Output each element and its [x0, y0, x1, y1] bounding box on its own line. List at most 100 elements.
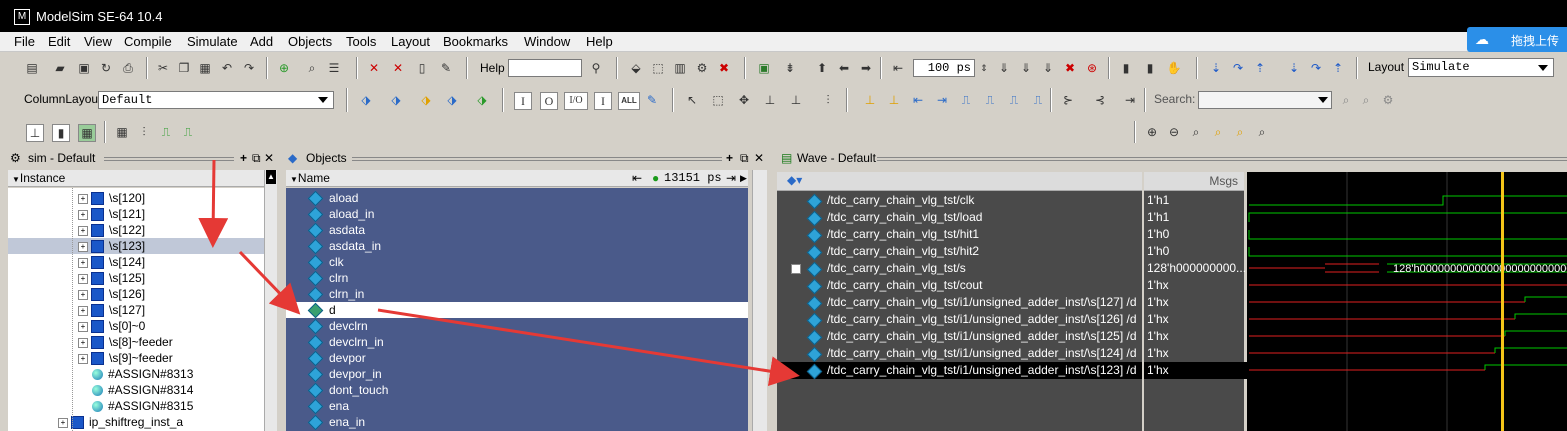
wave-signal-row[interactable]: /tdc_carry_chain_vlg_tst/i1/unsigned_add…: [777, 362, 1142, 380]
wave-signal-row[interactable]: + /tdc_carry_chain_vlg_tst/s: [777, 260, 1142, 278]
zoom-cursor-icon[interactable]: ⌕: [1210, 124, 1226, 140]
object-row[interactable]: ena: [286, 398, 748, 415]
instance-tree-row[interactable]: + \s[121]: [8, 206, 264, 222]
collapse-tree-icon[interactable]: ⊰: [1092, 92, 1108, 108]
wave-signal-row[interactable]: /tdc_carry_chain_vlg_tst/i1/unsigned_add…: [777, 311, 1142, 329]
time-forward-icon[interactable]: ⇥: [726, 170, 736, 186]
object-row[interactable]: asdata: [286, 222, 748, 239]
erase-icon[interactable]: ✎: [438, 60, 454, 76]
step-out-2-icon[interactable]: ⇡: [1330, 60, 1346, 76]
time-cursor[interactable]: [1501, 172, 1504, 431]
layout-select[interactable]: Simulate: [1408, 58, 1554, 77]
collapse-icon[interactable]: ☰: [326, 60, 342, 76]
instance-tree-row[interactable]: + \s[127]: [8, 302, 264, 318]
hand-icon[interactable]: ✋: [1166, 60, 1182, 76]
zoom-range-icon[interactable]: ⌕: [1254, 124, 1270, 140]
menu-layout[interactable]: Layout: [391, 34, 430, 49]
object-row[interactable]: devpor: [286, 350, 748, 367]
run-icon[interactable]: ⇓: [996, 60, 1012, 76]
add-signal-icon[interactable]: ⬗: [474, 92, 490, 108]
measure-icon[interactable]: ⊥: [788, 92, 804, 108]
object-row[interactable]: clrn: [286, 270, 748, 287]
search-next-icon[interactable]: ⌕: [1338, 92, 1354, 108]
back-arrow-icon[interactable]: ⬅: [836, 60, 852, 76]
input-filter-button[interactable]: I: [514, 92, 532, 110]
instance-tree-row[interactable]: + \s[0]~0: [8, 318, 264, 334]
run-all-icon[interactable]: ⇓: [1040, 60, 1056, 76]
forward-arrow-icon[interactable]: ➡: [858, 60, 874, 76]
instance-tree-row[interactable]: #ASSIGN#8315: [8, 398, 264, 414]
add-log-icon[interactable]: ⬗: [418, 92, 434, 108]
instance-tree-row[interactable]: + \s[124]: [8, 254, 264, 270]
all-filter-button[interactable]: ALL: [618, 92, 640, 110]
reload-icon[interactable]: ↻: [98, 60, 114, 76]
menu-view[interactable]: View: [84, 34, 112, 49]
dock-icon[interactable]: +: [240, 150, 247, 166]
object-row[interactable]: dont_touch: [286, 382, 748, 399]
performance-icon[interactable]: ▮: [1118, 60, 1134, 76]
wave-signal-row[interactable]: /tdc_carry_chain_vlg_tst/hit1: [777, 226, 1142, 244]
internal-filter-button[interactable]: I: [594, 92, 612, 110]
wave-add-icon[interactable]: ◆▾: [787, 173, 802, 187]
expand-icon[interactable]: +: [58, 417, 68, 428]
zoom-region-icon[interactable]: ⬚: [710, 92, 726, 108]
find-icon[interactable]: ⌕: [304, 60, 320, 76]
instance-tree-row[interactable]: #ASSIGN#8314: [8, 382, 264, 398]
zoom-full-icon[interactable]: ⌕: [1188, 124, 1204, 140]
wave-format-2-icon[interactable]: ▮: [52, 124, 70, 142]
inout-filter-button[interactable]: I/O: [564, 92, 588, 110]
layout-dropdown-icon[interactable]: [1538, 65, 1548, 71]
wave-signal-row[interactable]: /tdc_carry_chain_vlg_tst/cout: [777, 277, 1142, 295]
break-run-icon[interactable]: ✖: [1062, 60, 1078, 76]
search-options-icon[interactable]: ⚙: [1380, 92, 1396, 108]
next-edge-icon[interactable]: ⎍: [982, 92, 998, 108]
falling-edge-icon[interactable]: ⎍: [1006, 92, 1022, 108]
expand-icon[interactable]: ⊱: [1060, 92, 1076, 108]
prev-edge-icon[interactable]: ⎍: [958, 92, 974, 108]
instance-tree-row[interactable]: + \s[126]: [8, 286, 264, 302]
menu-objects[interactable]: Objects: [288, 34, 332, 49]
wave-signal-row[interactable]: /tdc_carry_chain_vlg_tst/hit2: [777, 243, 1142, 261]
expand-icon[interactable]: +: [791, 264, 801, 274]
instance-tree-row[interactable]: + \s[123]: [8, 238, 264, 254]
step-out-icon[interactable]: ⇡: [1252, 60, 1268, 76]
more-icon[interactable]: ▶: [740, 170, 747, 186]
expand-icon[interactable]: +: [78, 225, 88, 236]
add-cursor-icon[interactable]: ⊥: [862, 92, 878, 108]
menu-bookmarks[interactable]: Bookmarks: [443, 34, 508, 49]
compile-all-icon[interactable]: ⬚: [650, 60, 666, 76]
object-row[interactable]: ena_in: [286, 414, 748, 431]
cut-icon[interactable]: ✂: [155, 60, 171, 76]
output-filter-button[interactable]: O: [540, 92, 558, 110]
instance-tree-row[interactable]: #ASSIGN#8313: [8, 366, 264, 382]
wave-format-5-icon[interactable]: ⫶: [136, 124, 152, 140]
save-icon[interactable]: ▣: [76, 60, 92, 76]
object-row[interactable]: devclrn_in: [286, 334, 748, 351]
redo-icon[interactable]: ↷: [241, 60, 257, 76]
object-row[interactable]: devpor_in: [286, 366, 748, 383]
binoculars-icon[interactable]: ⚲: [588, 60, 604, 76]
env-icon[interactable]: ▣: [756, 60, 772, 76]
prev-transition-icon[interactable]: ⇤: [910, 92, 926, 108]
search-prev-icon[interactable]: ⌕: [1358, 92, 1374, 108]
clear-icon[interactable]: ▯: [414, 60, 430, 76]
name-column-header[interactable]: ▼Name ⇤ ● 13151 ps ⇥ ▶: [286, 170, 748, 187]
search-dropdown-icon[interactable]: [1318, 97, 1328, 103]
menu-help[interactable]: Help: [586, 34, 613, 49]
scroll-up-icon[interactable]: ▲: [266, 170, 276, 184]
add-wave-icon[interactable]: ⬗: [358, 92, 374, 108]
step-icon[interactable]: ⇟: [782, 60, 798, 76]
spinner-icon[interactable]: ⇕: [976, 60, 992, 76]
instance-tree-row[interactable]: + \s[125]: [8, 270, 264, 286]
object-row[interactable]: clk: [286, 254, 748, 271]
break-icon[interactable]: ✕: [366, 60, 382, 76]
wave-signal-row[interactable]: /tdc_carry_chain_vlg_tst/i1/unsigned_add…: [777, 294, 1142, 312]
run-length-input[interactable]: 100 ps: [913, 59, 975, 77]
object-row[interactable]: d: [286, 302, 748, 319]
instance-tree-row[interactable]: + \s[8]~feeder: [8, 334, 264, 350]
object-row[interactable]: aload: [286, 190, 748, 207]
add-list-icon[interactable]: ⬗: [388, 92, 404, 108]
time-back-icon[interactable]: ⇤: [632, 170, 642, 186]
rising-edge-icon[interactable]: ⎍: [1030, 92, 1046, 108]
wave-signal-row[interactable]: /tdc_carry_chain_vlg_tst/clk: [777, 192, 1142, 210]
